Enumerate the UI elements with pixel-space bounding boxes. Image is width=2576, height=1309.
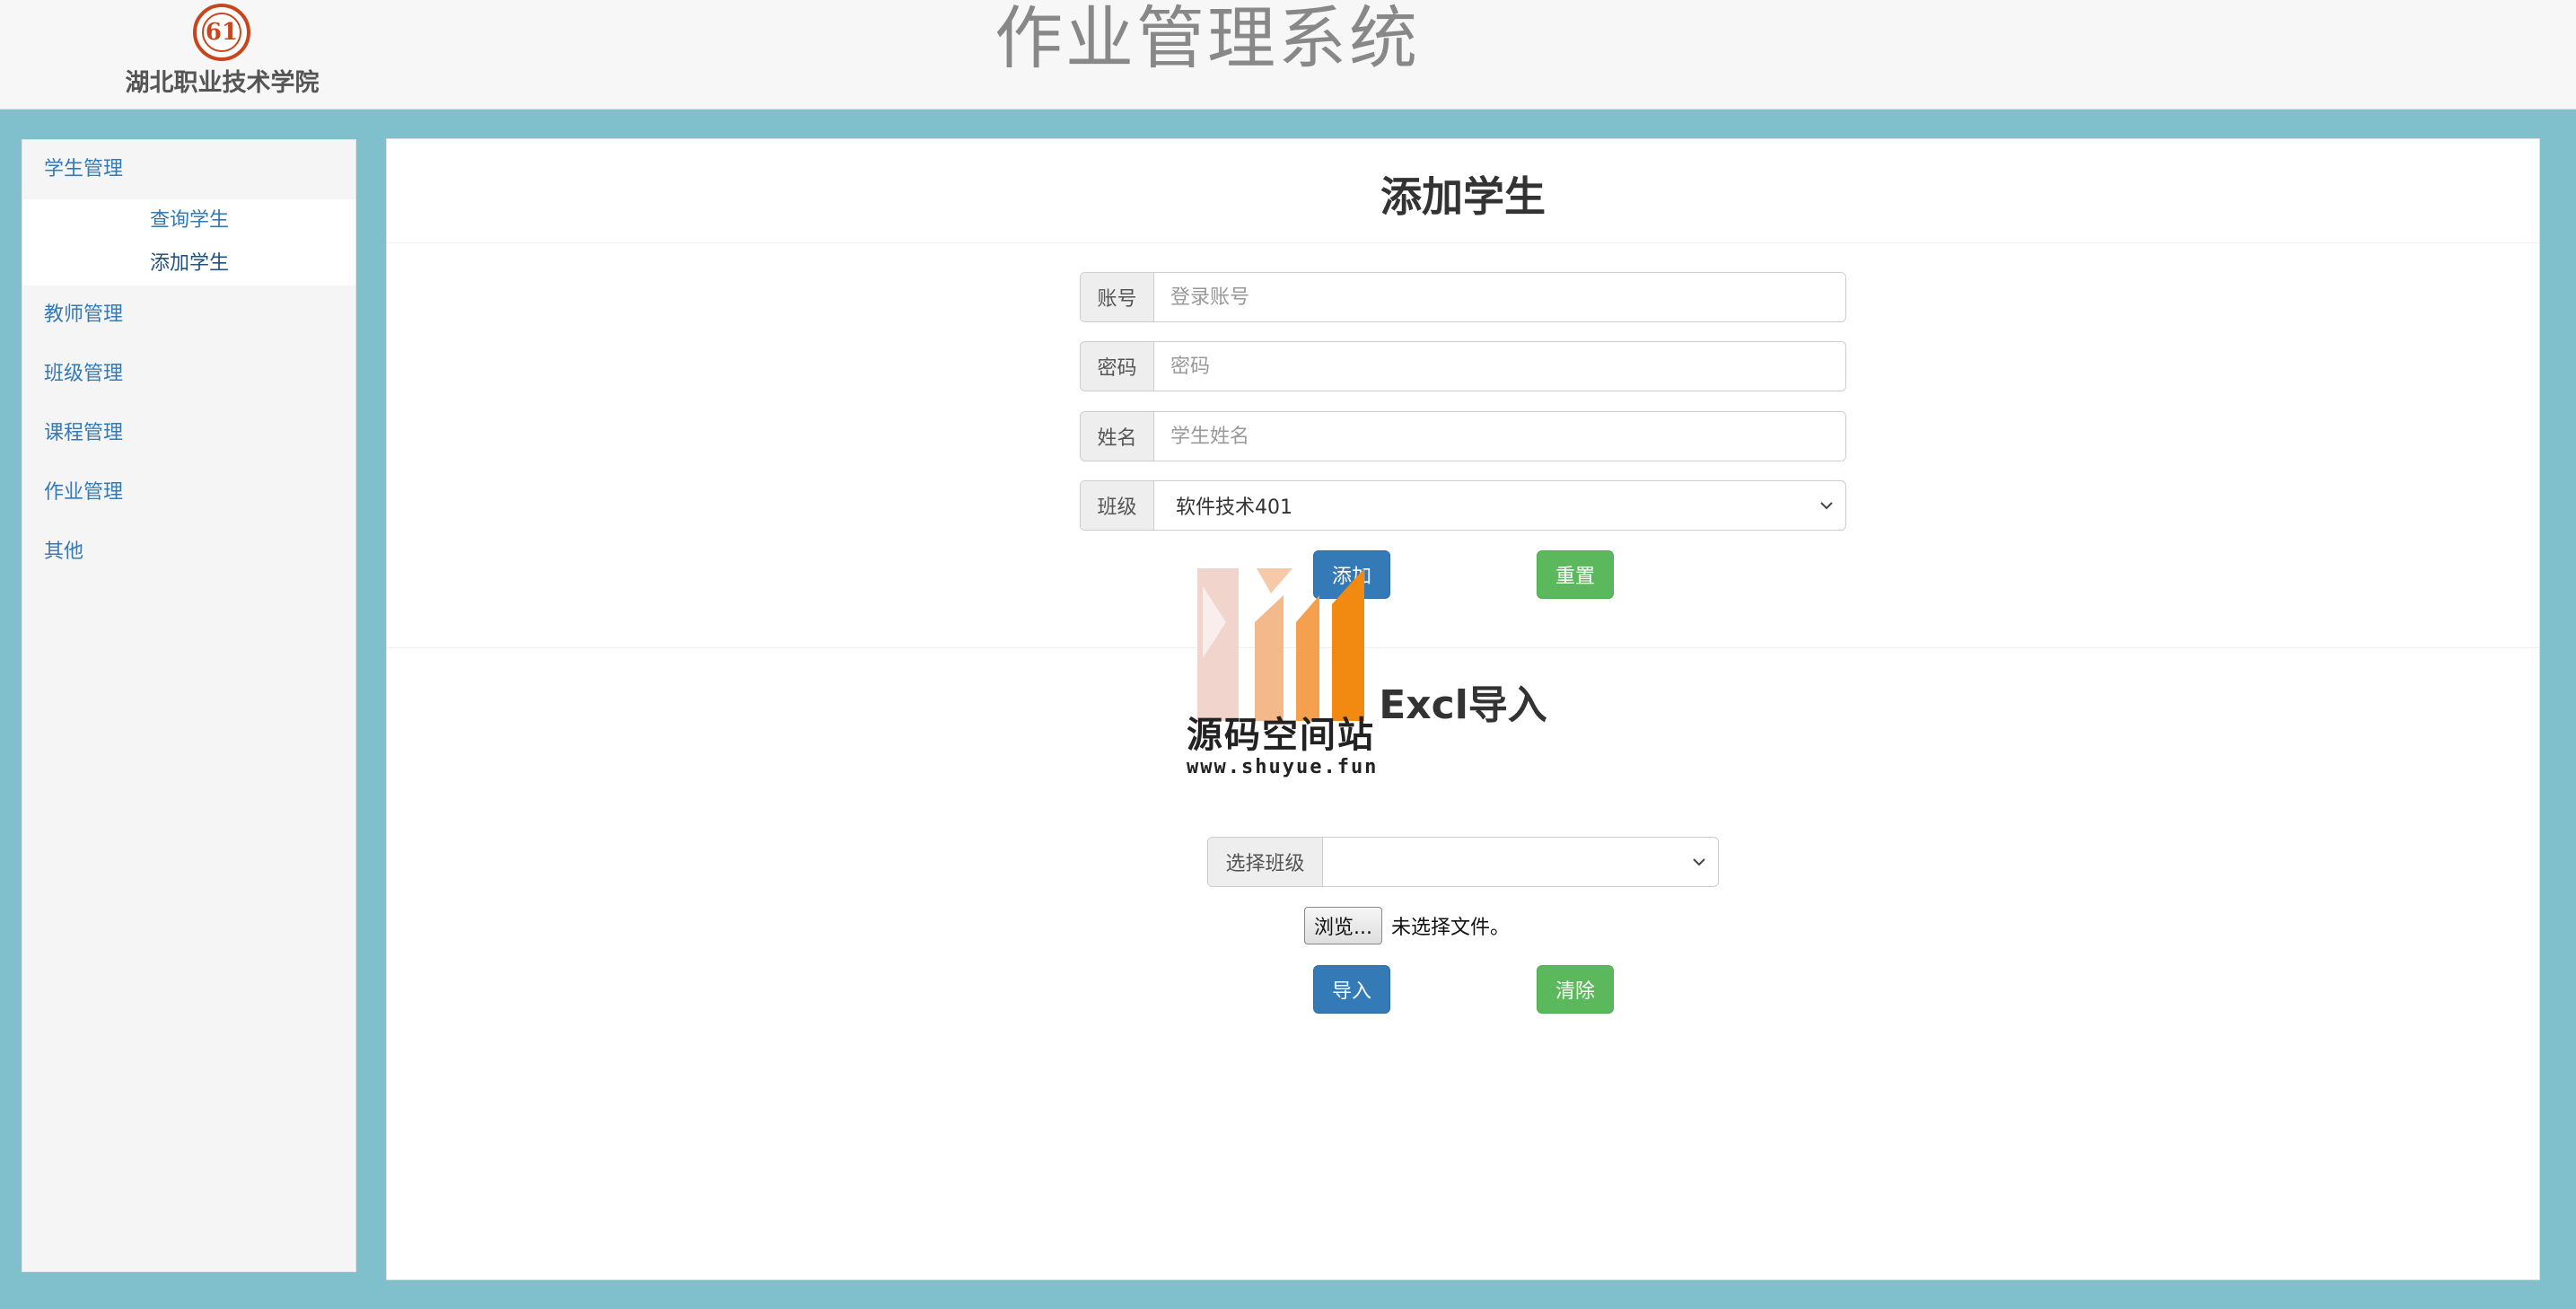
clear-button[interactable]: 清除	[1537, 965, 1614, 1014]
system-title: 作业管理系统	[994, 0, 1420, 78]
file-status: 未选择文件。	[1390, 917, 1510, 939]
excel-import-title: Excl导入	[1379, 682, 1547, 728]
account-input[interactable]	[1154, 273, 1845, 321]
name-label: 姓名	[1081, 412, 1154, 461]
divider	[387, 647, 2539, 648]
reset-button[interactable]: 重置	[1537, 550, 1614, 599]
import-class-select-group: 选择班级	[1207, 837, 1719, 887]
sidebar-item-add-student[interactable]: 添加学生	[22, 242, 355, 286]
divider	[387, 242, 2539, 243]
sidebar-item-query-student[interactable]: 查询学生	[22, 199, 355, 242]
class-select-group: 班级 软件技术401	[1080, 480, 1846, 531]
class-select[interactable]: 软件技术401	[1154, 481, 1845, 530]
account-input-group: 账号	[1080, 272, 1846, 322]
class-select-value: 软件技术401	[1176, 496, 1292, 519]
sidebar-item-course-management[interactable]: 课程管理	[22, 404, 355, 463]
school-name: 湖北职业技术学院	[125, 69, 320, 97]
file-picker: 浏览... 未选择文件。	[1304, 907, 1510, 944]
watermark-url: www.shuyue.fun	[1187, 756, 1379, 778]
import-class-select[interactable]	[1323, 838, 1718, 886]
sidebar-item-other[interactable]: 其他	[22, 523, 355, 582]
import-button[interactable]: 导入	[1313, 965, 1390, 1014]
class-label: 班级	[1081, 481, 1154, 530]
password-input-group: 密码	[1080, 341, 1846, 391]
school-logo-icon: 61	[193, 4, 250, 61]
account-label: 账号	[1081, 273, 1154, 321]
chevron-down-icon	[1817, 496, 1836, 515]
student-submenu: 查询学生 添加学生	[22, 199, 355, 286]
top-header: 61 湖北职业技术学院 作业管理系统	[0, 0, 2576, 110]
sidebar-item-student-management[interactable]: 学生管理	[22, 140, 355, 199]
sidebar-item-homework-management[interactable]: 作业管理	[22, 463, 355, 523]
sidebar-item-class-management[interactable]: 班级管理	[22, 345, 355, 404]
browse-file-button[interactable]: 浏览...	[1304, 907, 1382, 944]
name-input[interactable]	[1154, 412, 1845, 461]
name-input-group: 姓名	[1080, 411, 1846, 461]
watermark-text: 源码空间站	[1187, 715, 1375, 756]
password-label: 密码	[1081, 342, 1154, 391]
sidebar: 学生管理 查询学生 添加学生 教师管理 班级管理 课程管理 作业管理 其他	[22, 139, 356, 1272]
sidebar-item-teacher-management[interactable]: 教师管理	[22, 286, 355, 345]
add-student-title: 添加学生	[1380, 172, 1546, 221]
chevron-down-icon	[1689, 852, 1709, 872]
import-class-label: 选择班级	[1208, 838, 1323, 886]
password-input[interactable]	[1154, 342, 1845, 391]
main-panel: 添加学生 账号 密码 姓名 班级 软件技术401 添加 重置 Excl导入 选择…	[386, 138, 2540, 1280]
